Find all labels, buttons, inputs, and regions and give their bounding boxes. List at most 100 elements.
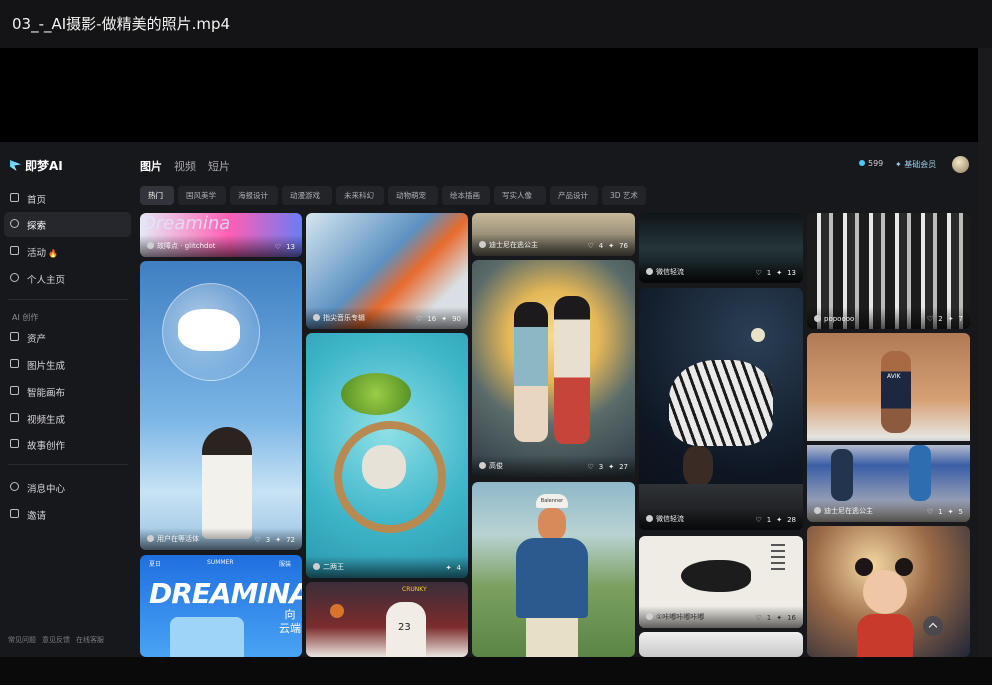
face-graphic bbox=[538, 508, 566, 540]
character-face bbox=[863, 570, 907, 614]
section-label-ai-create: AI 创作 bbox=[12, 313, 39, 322]
sidebar-item-explore[interactable]: 探索 bbox=[4, 212, 131, 237]
card-brand-text: Dreamina bbox=[142, 213, 231, 234]
tab-videos[interactable]: 视频 bbox=[174, 158, 196, 174]
gallery-card[interactable]: popoooo ♡ 2 ✦ 7 bbox=[807, 213, 970, 329]
card-uses: 76 bbox=[619, 242, 628, 250]
feedback-link[interactable]: 意见反馈 bbox=[42, 636, 70, 644]
credits-counter[interactable]: 599 bbox=[859, 159, 883, 168]
card-stats: ♡ 1 ✦ 16 bbox=[750, 614, 796, 622]
filter-chip-scifi[interactable]: 未来科幻 bbox=[336, 186, 384, 205]
gallery-card[interactable]: 夏日 SUMMER 服装 DREAMINA 向云端 bbox=[140, 555, 302, 657]
gallery-card[interactable]: Balenner bbox=[472, 482, 635, 657]
bell-icon bbox=[10, 482, 19, 491]
filter-chip-product[interactable]: 产品设计 bbox=[550, 186, 598, 205]
gallery-card[interactable]: 二两王 ✦ 4 bbox=[306, 333, 468, 578]
card-author-name: 迪士尼在逃公主 bbox=[489, 241, 538, 249]
card-stats: ♡ 3 ✦ 27 bbox=[582, 463, 628, 471]
sidebar-item-activity[interactable]: 活动 🔥 bbox=[4, 239, 131, 264]
filter-chip-portrait[interactable]: 写实人像 bbox=[494, 186, 546, 205]
sidebar-item-video-gen[interactable]: 视频生成 bbox=[4, 406, 131, 431]
logo-text: 即梦AI bbox=[25, 159, 63, 173]
gallery-card[interactable]: 微信轻流 ♡ 1 ✦ 28 bbox=[639, 288, 803, 530]
gallery-card[interactable]: 高俊 ♡ 3 ✦ 27 bbox=[472, 260, 635, 477]
faq-link[interactable]: 常见问题 bbox=[8, 636, 36, 644]
gallery-card[interactable]: 迪士尼在逃公主 ♡ 4 ✦ 76 bbox=[472, 213, 635, 256]
back-to-top-button[interactable] bbox=[923, 616, 943, 636]
gallery-card[interactable]: Dreamina 故障点 · glitchdot ♡ 13 bbox=[140, 213, 302, 257]
gallery-card[interactable]: AVIK 迪士尼在逃公主 ♡ 1 ✦ 5 bbox=[807, 333, 970, 522]
poster-title: DREAMINA bbox=[149, 577, 302, 610]
tiger-graphic bbox=[669, 360, 773, 446]
sidebar: 即梦AI 首页 探索 活动 🔥 个人主页 AI 创作 资产 图片生成 智能画布 视… bbox=[0, 142, 136, 657]
avatar[interactable] bbox=[952, 156, 969, 173]
gallery-card[interactable]: 指尖音乐专辑 ♡ 16 ✦ 90 bbox=[306, 213, 468, 329]
filter-chip-poster[interactable]: 海报设计 bbox=[230, 186, 278, 205]
membership-badge[interactable]: ✦ 基础会员 bbox=[895, 159, 936, 170]
card-stats: ♡ 3 ✦ 72 bbox=[249, 536, 295, 544]
sidebar-item-assets[interactable]: 资产 bbox=[4, 325, 131, 350]
like-icon: ♡ bbox=[254, 536, 261, 544]
page-scrollbar[interactable] bbox=[978, 48, 992, 658]
tab-images[interactable]: 图片 bbox=[140, 158, 162, 174]
sidebar-divider bbox=[8, 299, 128, 300]
card-author-name: ①咔嘟咔嘟咔嘟 bbox=[656, 613, 705, 621]
card-stats: ♡ 13 bbox=[270, 243, 295, 251]
user-icon bbox=[10, 273, 19, 282]
moon-graphic bbox=[751, 328, 765, 342]
sidebar-item-story[interactable]: 故事创作 bbox=[4, 432, 131, 457]
card-likes: 2 bbox=[938, 315, 943, 323]
filter-chip-anime[interactable]: 动漫游戏 bbox=[282, 186, 332, 205]
use-icon: ✦ bbox=[947, 315, 954, 323]
logo[interactable]: 即梦AI bbox=[10, 157, 63, 174]
sidebar-item-home[interactable]: 首页 bbox=[4, 186, 131, 211]
card-likes: 3 bbox=[598, 463, 604, 471]
sidebar-item-image-gen[interactable]: 图片生成 bbox=[4, 352, 131, 377]
author-avatar bbox=[814, 507, 821, 514]
filter-chip-guofeng[interactable]: 国风美学 bbox=[178, 186, 226, 205]
card-likes: 13 bbox=[286, 243, 295, 251]
runner-graphic bbox=[881, 351, 911, 433]
gallery-card[interactable]: 微信轻流 ♡ 1 ✦ 13 bbox=[639, 213, 803, 283]
sidebar-item-profile[interactable]: 个人主页 bbox=[4, 266, 131, 291]
card-author: 故障点 · glitchdot bbox=[147, 241, 216, 251]
sidebar-item-invite[interactable]: 邀请 bbox=[4, 502, 131, 527]
shirt-graphic bbox=[516, 538, 588, 618]
filter-chip-pets[interactable]: 动物萌宠 bbox=[388, 186, 438, 205]
canvas-icon bbox=[10, 386, 19, 395]
gallery-card[interactable] bbox=[807, 526, 970, 657]
card-uses: 28 bbox=[787, 516, 796, 524]
like-icon: ♡ bbox=[416, 315, 423, 323]
gallery-card[interactable]: ①咔嘟咔嘟咔嘟 ♡ 1 ✦ 16 bbox=[639, 536, 803, 628]
filter-chip-picturebook[interactable]: 绘本插画 bbox=[442, 186, 490, 205]
gallery-card[interactable]: 用户在等活体 ♡ 3 ✦ 72 bbox=[140, 261, 302, 550]
character-outfit bbox=[857, 614, 913, 657]
filter-chip-hot[interactable]: 热门 bbox=[140, 186, 174, 205]
poster-top-right: 服装 bbox=[279, 561, 292, 568]
like-icon: ♡ bbox=[587, 463, 594, 471]
support-link[interactable]: 在线客服 bbox=[76, 636, 104, 644]
tab-shorts[interactable]: 短片 bbox=[208, 158, 230, 174]
filter-chip-3d[interactable]: 3D 艺术 bbox=[602, 186, 646, 205]
cat-graphic bbox=[362, 445, 406, 489]
sidebar-item-canvas[interactable]: 智能画布 bbox=[4, 379, 131, 404]
card-author-name: 故障点 · glitchdot bbox=[157, 242, 216, 250]
membership-label: 基础会员 bbox=[904, 160, 937, 169]
hair-bun-left bbox=[855, 558, 873, 576]
card-uses: 27 bbox=[619, 463, 628, 471]
use-icon: ✦ bbox=[608, 242, 615, 250]
main-content: 图片 视频 短片 599 ✦ 基础会员 热门 国风美学 海报设计 动漫游戏 未来… bbox=[136, 142, 978, 657]
gallery-card[interactable]: CRUNKY 23 bbox=[306, 582, 468, 657]
compass-icon bbox=[10, 219, 19, 228]
author-avatar bbox=[479, 462, 486, 469]
poster-side-2: 云端 bbox=[279, 622, 301, 635]
sidebar-item-messages[interactable]: 消息中心 bbox=[4, 475, 131, 500]
poster-top-mid: SUMMER bbox=[207, 559, 234, 566]
calligraphy-graphic bbox=[771, 544, 785, 574]
use-icon: ✦ bbox=[275, 536, 282, 544]
use-icon: ✦ bbox=[608, 463, 615, 471]
card-author: 用户在等活体 bbox=[147, 534, 199, 544]
gallery-card[interactable] bbox=[639, 632, 803, 657]
use-icon: ✦ bbox=[445, 564, 452, 572]
card-author: 微信轻流 bbox=[646, 267, 684, 277]
